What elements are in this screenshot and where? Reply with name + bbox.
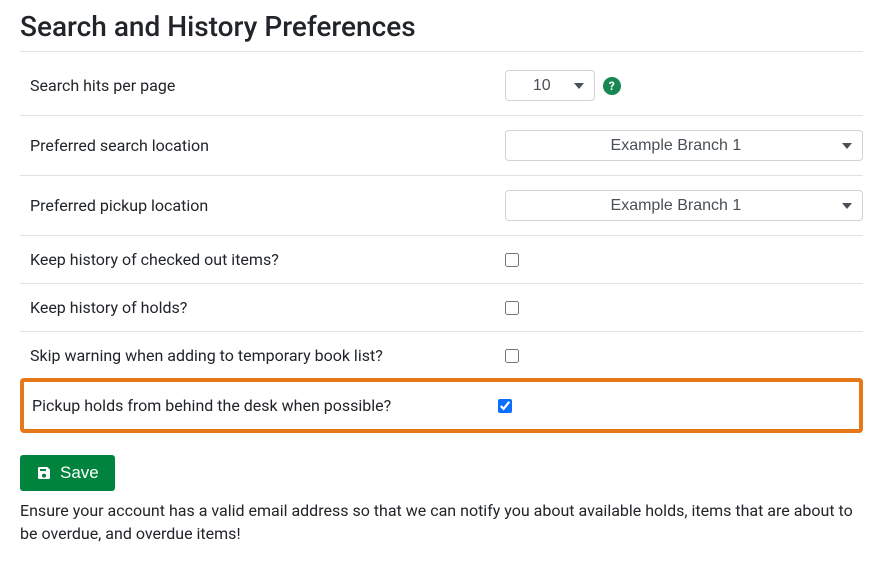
select-hits-per-page[interactable]: 10 <box>505 70 595 101</box>
row-hits-per-page: Search hits per page 10 ? <box>20 56 863 116</box>
checkbox-history-holds[interactable] <box>505 301 519 315</box>
help-icon[interactable]: ? <box>603 77 621 95</box>
label-search-location: Preferred search location <box>30 136 505 155</box>
row-pickup-behind-desk: Pickup holds from behind the desk when p… <box>26 384 857 427</box>
save-button-label: Save <box>60 463 99 483</box>
label-history-holds: Keep history of holds? <box>30 298 505 317</box>
label-pickup-behind-desk: Pickup holds from behind the desk when p… <box>32 396 498 415</box>
label-history-checkout: Keep history of checked out items? <box>30 250 505 269</box>
label-skip-warning: Skip warning when adding to temporary bo… <box>30 346 505 365</box>
divider <box>20 51 863 52</box>
highlighted-row: Pickup holds from behind the desk when p… <box>20 378 863 433</box>
save-icon <box>36 465 52 481</box>
footer-note: Ensure your account has a valid email ad… <box>20 499 863 545</box>
select-search-location[interactable]: Example Branch 1 <box>505 130 863 161</box>
checkbox-history-checkout[interactable] <box>505 253 519 267</box>
label-pickup-location: Preferred pickup location <box>30 196 505 215</box>
row-history-holds: Keep history of holds? <box>20 284 863 332</box>
page-title: Search and History Preferences <box>20 10 863 43</box>
row-pickup-location: Preferred pickup location Example Branch… <box>20 176 863 236</box>
row-skip-warning: Skip warning when adding to temporary bo… <box>20 332 863 380</box>
checkbox-pickup-behind-desk[interactable] <box>498 399 512 413</box>
row-history-checkout: Keep history of checked out items? <box>20 236 863 284</box>
select-pickup-location[interactable]: Example Branch 1 <box>505 190 863 221</box>
label-hits-per-page: Search hits per page <box>30 76 505 95</box>
save-button[interactable]: Save <box>20 455 115 491</box>
checkbox-skip-warning[interactable] <box>505 349 519 363</box>
row-search-location: Preferred search location Example Branch… <box>20 116 863 176</box>
